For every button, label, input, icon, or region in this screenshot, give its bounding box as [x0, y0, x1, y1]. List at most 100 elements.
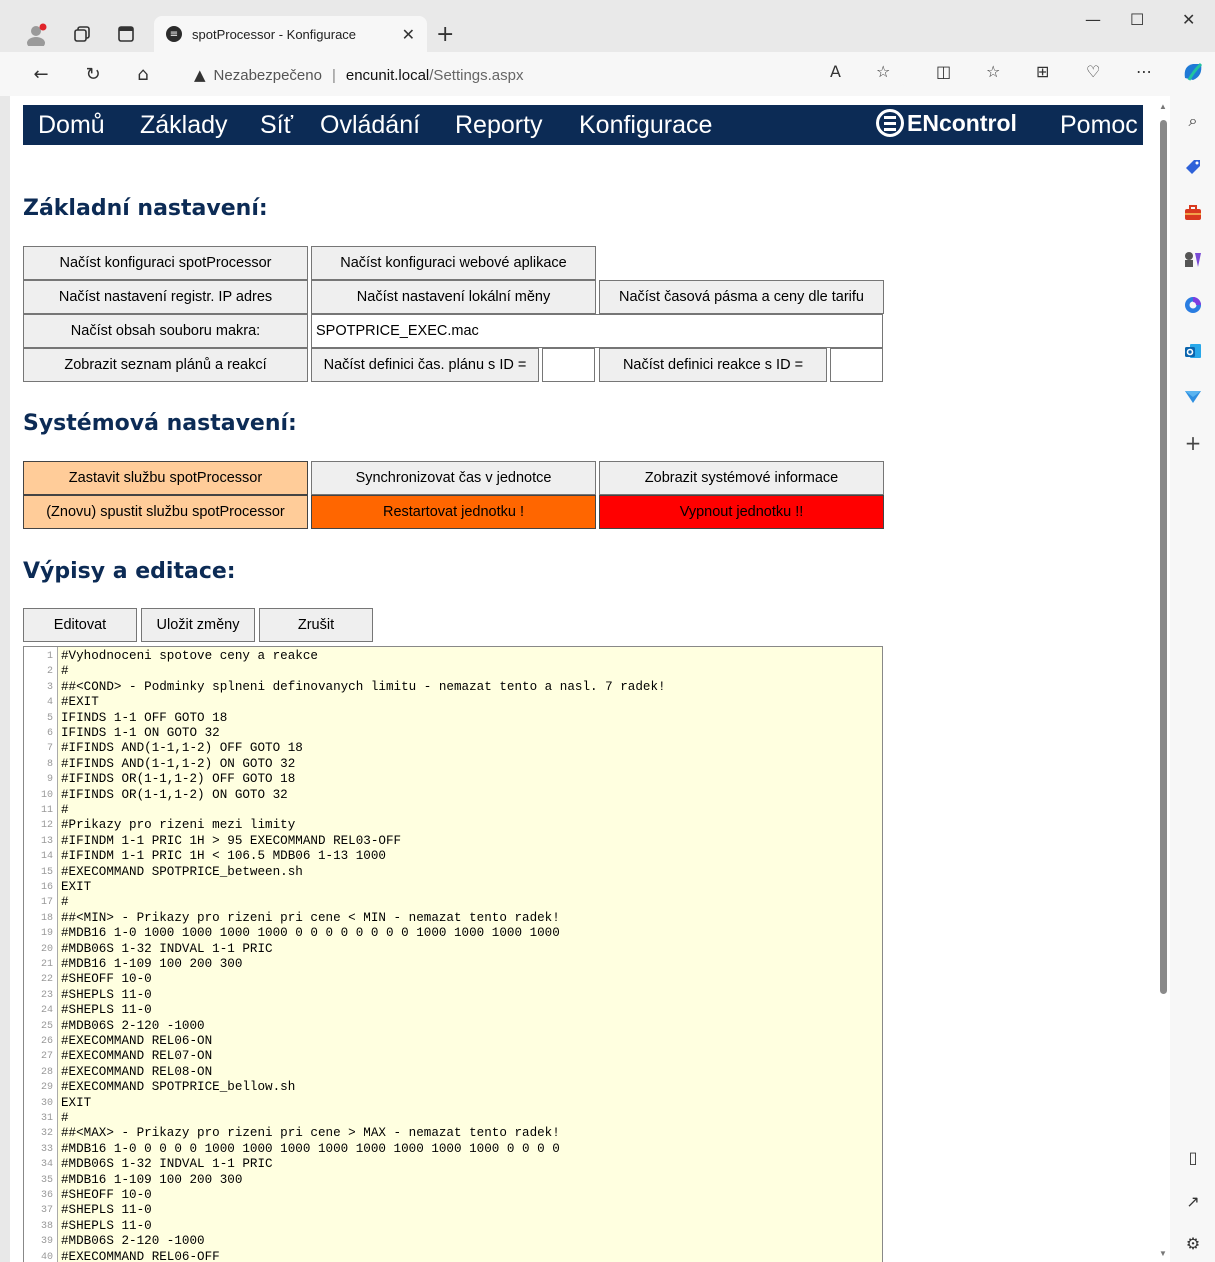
line-number: 10: [40, 789, 53, 801]
external-link-icon[interactable]: ↗: [1182, 1190, 1204, 1212]
load-ip-settings-button[interactable]: Načíst nastavení registr. IP adres: [23, 280, 308, 314]
edit-button[interactable]: Editovat: [23, 608, 137, 642]
macro-editor[interactable]: 1 #Vyhodnoceni spotove ceny a reakce 2 #3 ##…: [23, 646, 883, 1262]
code-line: 2 #: [24, 664, 882, 679]
line-number: 27: [40, 1051, 53, 1063]
more-icon[interactable]: ⋯: [1136, 62, 1152, 81]
menu-ovladani[interactable]: Ovládání: [320, 111, 420, 140]
line-number: 33: [40, 1143, 53, 1155]
code-line: 18 ##<MIN> - Prikazy pro rizeni pri cene …: [24, 911, 882, 926]
tools-icon[interactable]: [1182, 202, 1204, 224]
cancel-button[interactable]: Zrušit: [259, 608, 373, 642]
load-currency-button[interactable]: Načíst nastavení lokální měny: [311, 280, 596, 314]
tab-title: spotProcessor - Konfigurace: [192, 26, 357, 42]
window-close-icon[interactable]: ✕: [1182, 10, 1195, 29]
code-line: 26 #EXECOMMAND REL06-ON: [24, 1034, 882, 1049]
games-icon[interactable]: [1182, 248, 1204, 270]
tab-actions-icon[interactable]: [114, 22, 138, 46]
page-viewport: Domů Základy Síť Ovládání Reporty Konfig…: [10, 96, 1156, 1262]
sync-time-button[interactable]: Synchronizovat čas v jednotce: [311, 461, 596, 495]
split-screen-icon[interactable]: ◫: [936, 62, 951, 81]
shutdown-unit-button[interactable]: Vypnout jednotku !!: [599, 495, 884, 529]
microsoft365-icon[interactable]: [1182, 294, 1204, 316]
code-text: ##<COND> - Podminky splneni definovanych…: [61, 679, 666, 694]
restart-service-button[interactable]: (Znovu) spustit službu spotProcessor: [23, 495, 308, 529]
stop-service-button[interactable]: Zastavit službu spotProcessor: [23, 461, 308, 495]
restart-unit-button[interactable]: Restartovat jednotku !: [311, 495, 596, 529]
tab-close-icon[interactable]: ✕: [402, 25, 415, 44]
address-bar[interactable]: ▲ Nezabezpečeno | encunit.local /Setting…: [178, 60, 908, 90]
code-text: #IFINDM 1-1 PRIC 1H < 106.5 MDB06 1-13 1…: [61, 849, 386, 864]
menu-domu[interactable]: Domů: [38, 111, 105, 140]
load-plan-def-button[interactable]: Načíst definici čas. plánu s ID =: [311, 348, 539, 382]
home-icon[interactable]: ⌂: [130, 62, 156, 86]
warning-icon[interactable]: ▲: [194, 66, 206, 84]
profile-icon[interactable]: [24, 22, 48, 46]
code-line: 30 EXIT: [24, 1096, 882, 1111]
code-text: #EXECOMMAND REL07-ON: [61, 1049, 213, 1064]
code-text: #SHEOFF 10-0: [61, 972, 152, 987]
code-text: #IFINDS AND(1-1,1-2) OFF GOTO 18: [61, 741, 303, 756]
scroll-up-icon[interactable]: ▲: [1159, 102, 1167, 111]
macro-file-input[interactable]: SPOTPRICE_EXEC.mac: [311, 314, 883, 348]
read-aloud-icon[interactable]: A: [830, 62, 841, 81]
menu-pomoc[interactable]: Pomoc: [1060, 111, 1138, 140]
menu-zaklady[interactable]: Základy: [140, 111, 228, 140]
search-icon[interactable]: ⌕: [1182, 110, 1204, 132]
active-tab[interactable]: ≡ spotProcessor - Konfigurace ✕: [154, 16, 427, 52]
line-number: 25: [40, 1020, 53, 1032]
code-line: 3 ##<COND> - Podminky splneni definovanyc…: [24, 680, 882, 695]
scroll-down-icon[interactable]: ▼: [1159, 1249, 1167, 1258]
workspaces-icon[interactable]: [70, 22, 94, 46]
code-line: 24 #SHEPLS 11-0: [24, 1003, 882, 1018]
load-sp-config-button[interactable]: Načíst konfiguraci spotProcessor: [23, 246, 308, 280]
page-scrollbar[interactable]: ▲ ▼: [1156, 96, 1170, 1262]
send-icon[interactable]: [1182, 386, 1204, 408]
load-web-config-button[interactable]: Načíst konfiguraci webové aplikace: [311, 246, 596, 280]
browser-toolbar: ← ↻ ⌂ ▲ Nezabezpečeno | encunit.local /S…: [0, 52, 1215, 96]
show-plans-button[interactable]: Zobrazit seznam plánů a reakcí: [23, 348, 308, 382]
code-text: #MDB16 1-0 0 0 0 0 1000 1000 1000 1000 1…: [61, 1141, 560, 1156]
settings-icon[interactable]: ⚙: [1182, 1232, 1204, 1254]
load-macro-button[interactable]: Načíst obsah souboru makra:: [23, 314, 308, 348]
new-tab-icon[interactable]: +: [436, 22, 454, 47]
code-line: 29 #EXECOMMAND SPOTPRICE_bellow.sh: [24, 1080, 882, 1095]
load-reaction-def-button[interactable]: Načíst definici reakce s ID =: [599, 348, 827, 382]
line-number: 16: [40, 882, 53, 893]
browser-essentials-icon[interactable]: ♡: [1086, 62, 1100, 81]
refresh-icon[interactable]: ↻: [80, 62, 106, 86]
maximize-icon[interactable]: ☐: [1130, 10, 1144, 29]
collections-icon[interactable]: ⊞: [1036, 62, 1049, 81]
plan-id-input[interactable]: [542, 348, 595, 382]
shopping-tag-icon[interactable]: [1182, 156, 1204, 178]
favorite-star-icon[interactable]: ☆: [876, 62, 890, 81]
line-number: 5: [46, 712, 53, 724]
encontrol-logo: ENcontrol: [876, 109, 1017, 137]
show-sysinfo-button[interactable]: Zobrazit systémové informace: [599, 461, 884, 495]
save-changes-button[interactable]: Uložit změny: [141, 608, 255, 642]
load-timezones-button[interactable]: Načíst časová pásma a ceny dle tarifu: [599, 280, 884, 314]
code-text: #SHEPLS 11-0: [61, 1203, 152, 1218]
back-icon[interactable]: ←: [28, 62, 54, 86]
line-number: 29: [40, 1082, 53, 1094]
code-line: 38 #SHEPLS 11-0: [24, 1219, 882, 1234]
outlook-icon[interactable]: [1182, 340, 1204, 362]
code-line: 36 #SHEOFF 10-0: [24, 1188, 882, 1203]
menu-konfigurace[interactable]: Konfigurace: [579, 111, 712, 140]
line-number: 32: [40, 1128, 53, 1140]
code-line: 34 #MDB06S 1-32 INDVAL 1-1 PRIC: [24, 1157, 882, 1172]
code-text: #MDB06S 2-120 -1000: [61, 1018, 205, 1033]
line-number: 38: [40, 1220, 53, 1232]
code-line: 7 #IFINDS AND(1-1,1-2) OFF GOTO 18: [24, 741, 882, 756]
reaction-id-input[interactable]: [830, 348, 883, 382]
code-line: 39 #MDB06S 2-120 -1000: [24, 1234, 882, 1249]
hide-sidebar-icon[interactable]: ▯: [1182, 1146, 1204, 1168]
minimize-icon[interactable]: —: [1085, 10, 1101, 29]
code-line: 20 #MDB06S 1-32 INDVAL 1-1 PRIC: [24, 942, 882, 957]
menu-sit[interactable]: Síť: [260, 111, 293, 140]
add-icon[interactable]: +: [1182, 431, 1204, 455]
menu-reporty[interactable]: Reporty: [455, 111, 543, 140]
favorites-icon[interactable]: ☆: [986, 62, 1000, 81]
copilot-icon[interactable]: [1181, 60, 1205, 89]
scroll-thumb[interactable]: [1160, 120, 1167, 994]
